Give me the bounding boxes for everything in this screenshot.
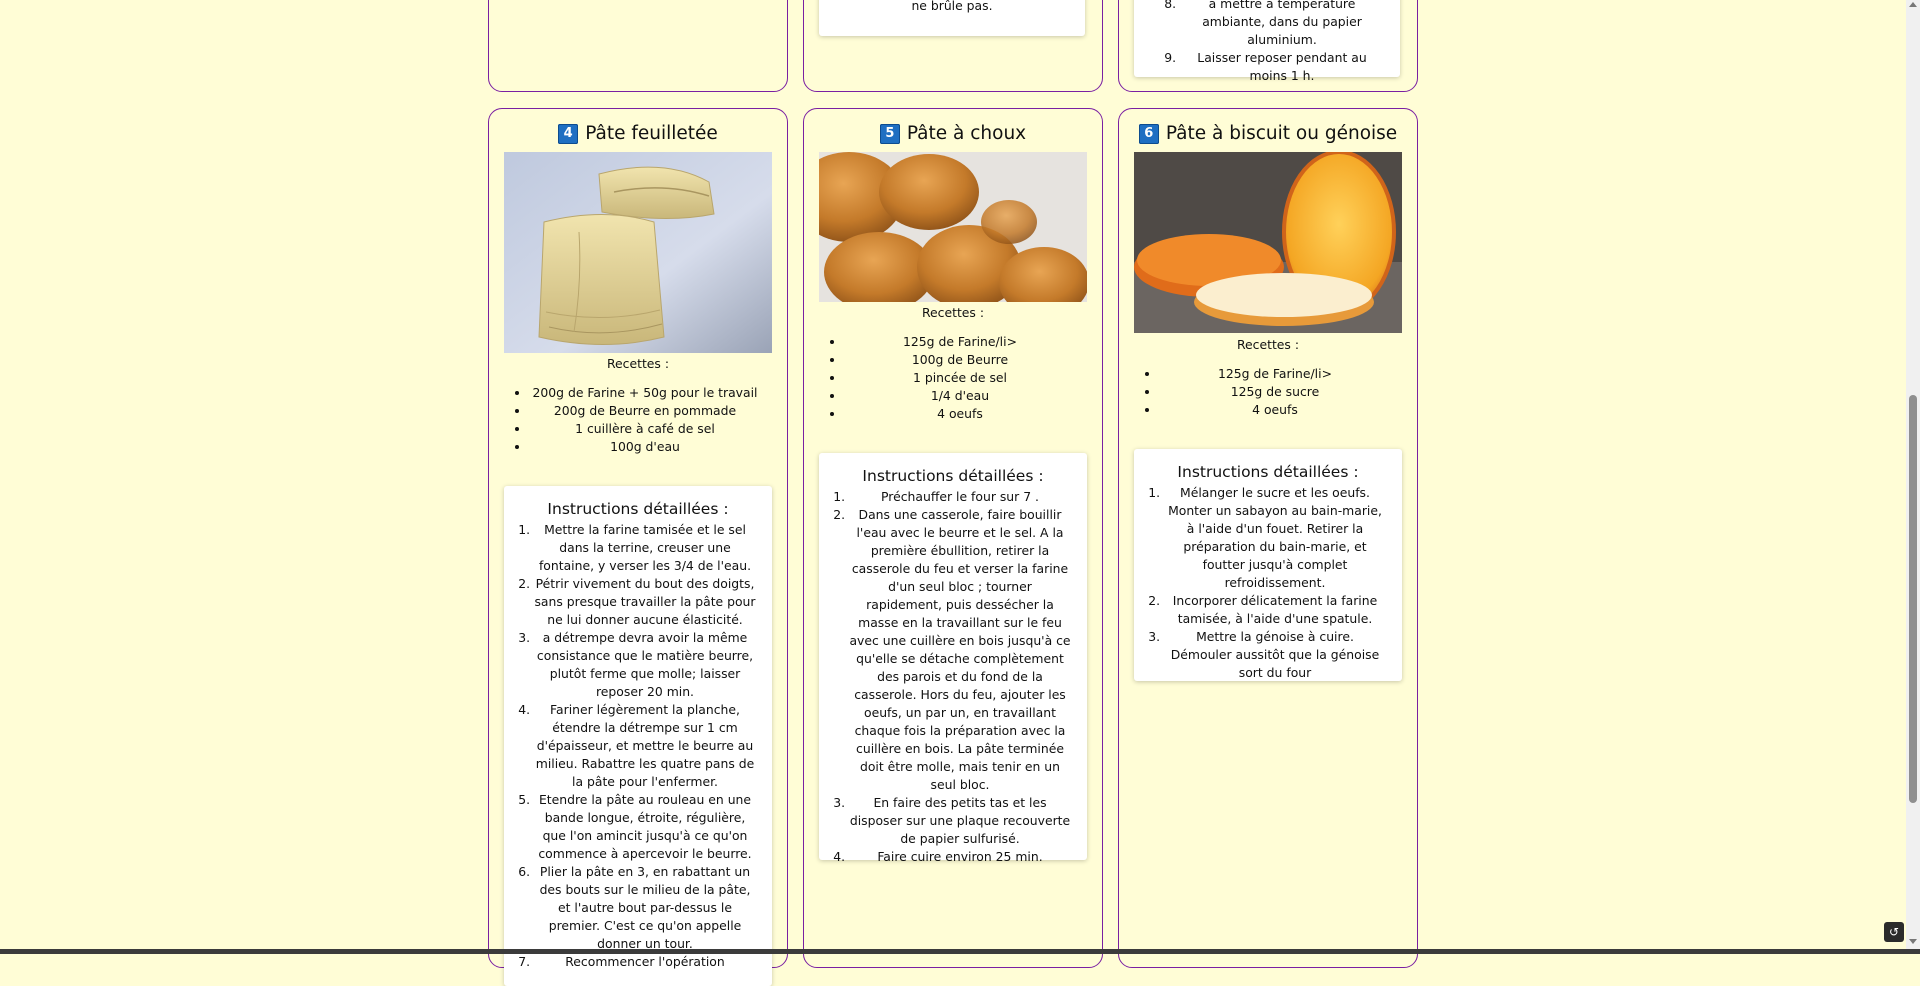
recipes-label: Recettes : — [921, 305, 985, 320]
instruction-step: Laisser reposer pendant au moins 1 h. — [1180, 49, 1384, 85]
scrollbar-thumb[interactable] — [1909, 395, 1917, 803]
instructions-card-2-top: ne brûle pas. — [819, 0, 1085, 36]
recipe-title-text: Pâte feuilletée — [585, 123, 718, 144]
vertical-scrollbar[interactable] — [1906, 0, 1920, 954]
recipe-photo-pate-a-choux — [819, 152, 1087, 302]
number-badge: 5 — [879, 124, 900, 144]
instruction-steps: Mettre la farine tamisée et le sel dans … — [504, 521, 772, 971]
ingredient-item: 100g de Beurre — [845, 351, 1075, 369]
recipes-label: Recettes : — [1236, 337, 1300, 352]
ingredient-item: 200g de Beurre en pommade — [530, 402, 760, 420]
instructions-title: Instructions détaillées : — [862, 467, 1044, 485]
genoise-sponge-image — [1134, 152, 1402, 333]
recipe-photo-pate-feuilletee — [504, 152, 772, 353]
puff-pastry-image — [504, 152, 772, 353]
recipe-column-1-top — [488, 0, 788, 92]
recipe-photo-genoise — [1134, 152, 1402, 333]
instruction-step: Faire cuire environ 25 min. — [849, 848, 1071, 866]
choux-pastry-image — [819, 152, 1087, 302]
recipe-title: 6 Pâte à biscuit ou génoise — [1119, 123, 1417, 144]
recipes-label: Recettes : — [606, 356, 670, 371]
instruction-step: Préchauffer le four sur 7 . — [849, 488, 1071, 506]
recipe-title: 5 Pâte à choux — [804, 123, 1102, 144]
recipe-title: 4 Pâte feuilletée — [489, 123, 787, 144]
instructions-card: Instructions détaillées : Mettre la fari… — [504, 486, 772, 986]
ingredient-list: 125g de Farine/li> 125g de sucre 4 oeufs — [1134, 365, 1390, 419]
ingredient-item: 125g de sucre — [1160, 383, 1390, 401]
instructions-card: Instructions détaillées : Mélanger le su… — [1134, 449, 1402, 681]
instruction-step: à mettre à température ambiante, dans du… — [1180, 0, 1384, 49]
instructions-title: Instructions détaillées : — [547, 500, 729, 518]
ingredient-list: 200g de Farine + 50g pour le travail 200… — [504, 384, 760, 456]
number-badge: 4 — [558, 124, 579, 144]
ingredient-item: 125g de Farine/li> — [1160, 365, 1390, 383]
recipe-card-pate-feuilletee: 4 Pâte feuilletée Recettes: • 200g de F… — [488, 108, 788, 986]
ingredient-item: 1 cuillère à café de sel — [530, 420, 760, 438]
instruction-step: Mélanger le sucre et les oeufs. Monter u… — [1164, 484, 1386, 592]
instruction-step: Plier la pâte en 3, en rabattant un des … — [534, 863, 756, 953]
extension-icon[interactable]: ↺ — [1884, 922, 1904, 942]
ingredient-item: 4 oeufs — [1160, 401, 1390, 419]
ingredient-list: 125g de Farine/li> 100g de Beurre 1 pinc… — [819, 333, 1075, 423]
instruction-step: Mettre la génoise à cuire. Démouler auss… — [1164, 628, 1386, 682]
recipe-column-3-top: à mettre à température ambiante, dans du… — [1118, 0, 1418, 92]
instructions-card: Instructions détaillées : Préchauffer le… — [819, 453, 1087, 864]
instructions-title: Instructions détaillées : — [1177, 463, 1359, 481]
scroll-down-arrow-icon[interactable] — [1909, 939, 1917, 944]
instruction-steps: Mélanger le sucre et les oeufs. Monter u… — [1134, 484, 1402, 682]
ingredient-item: 200g de Farine + 50g pour le travail — [530, 384, 760, 402]
number-badge: 6 — [1138, 124, 1159, 144]
ingredient-item: 100g d'eau — [530, 438, 760, 456]
recipe-column-2-top: ne brûle pas. — [803, 0, 1103, 92]
instructions-card-3-top: à mettre à température ambiante, dans du… — [1134, 0, 1400, 83]
instruction-step: Mettre la farine tamisée et le sel dans … — [534, 521, 756, 575]
instruction-step: En faire des petits tas et les disposer … — [849, 794, 1071, 848]
ingredient-item: 4 oeufs — [845, 405, 1075, 423]
ingredient-item: 125g de Farine/li> — [845, 333, 1075, 351]
instruction-step: Incorporer délicatement la farine tamisé… — [1164, 592, 1386, 628]
instruction-step: Dans une casserole, faire bouillir l'eau… — [849, 506, 1071, 794]
instruction-step: a détrempe devra avoir la même consistan… — [534, 629, 756, 701]
ingredient-item: 1 pincée de sel — [845, 369, 1075, 387]
scroll-up-arrow-icon[interactable] — [1909, 2, 1917, 7]
instruction-step: Etendre la pâte au rouleau en une bande … — [534, 791, 756, 863]
instruction-text-fragment: ne brûle pas. — [911, 0, 993, 13]
recipe-title-text: Pâte à biscuit ou génoise — [1165, 123, 1398, 144]
recipe-card-pate-a-biscuit: 6 Pâte à biscuit ou génoise Recettes : 12… — [1118, 108, 1418, 968]
bottom-bar — [0, 949, 1920, 954]
recipe-card-pate-a-choux: 5 Pâte à choux Recettes : 125g de Farine/… — [803, 108, 1103, 968]
instruction-step: Pétrir vivement du bout des doigts, sans… — [534, 575, 756, 629]
instruction-step: Fariner légèrement la planche, étendre l… — [534, 701, 756, 791]
ingredient-item: 1/4 d'eau — [845, 387, 1075, 405]
instruction-step: Recommencer l'opération — [534, 953, 756, 971]
recipe-title-text: Pâte à choux — [906, 123, 1027, 144]
instruction-steps: Préchauffer le four sur 7 . Dans une cas… — [819, 488, 1087, 866]
